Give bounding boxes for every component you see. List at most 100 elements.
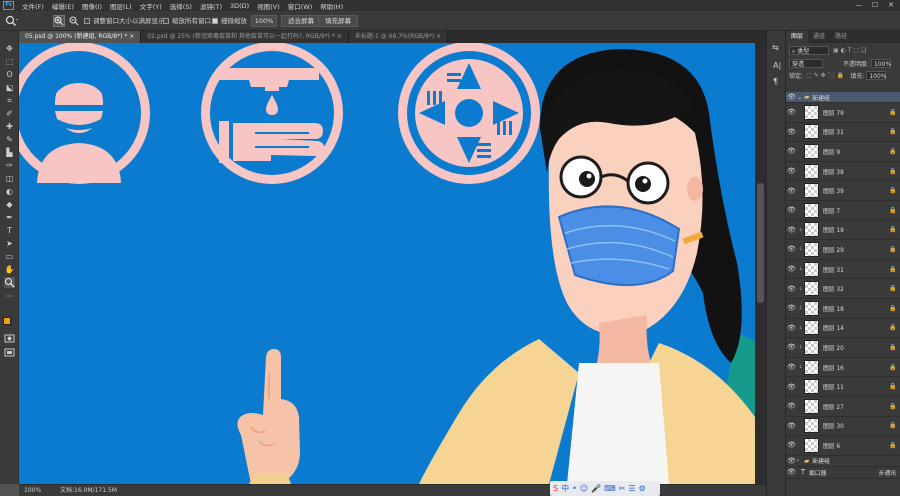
more-tools-icon[interactable]: ··· (4, 291, 15, 302)
history-panel-icon[interactable]: ⇆ (772, 43, 779, 52)
visibility-eye-icon[interactable]: 👁 (786, 324, 797, 332)
menu-icon[interactable]: ☰ (628, 482, 635, 496)
visibility-eye-icon[interactable]: 👁 (786, 167, 797, 175)
lock-icon[interactable]: 🔒 (886, 226, 900, 233)
lasso-tool-icon[interactable]: ʘ (4, 69, 15, 80)
layer-row[interactable]: 👁 图层 31 🔒 (786, 123, 900, 143)
lock-icon[interactable]: 🔒 (886, 246, 900, 253)
menu-edit[interactable]: 编辑(E) (48, 1, 78, 11)
healing-brush-tool-icon[interactable]: ✎ (4, 134, 15, 145)
lock-icon[interactable]: 🔒 (886, 168, 900, 175)
maximize-button[interactable]: ☐ (868, 0, 882, 11)
visibility-eye-icon[interactable]: 👁 (786, 206, 797, 214)
visibility-eye-icon[interactable]: 👁 (786, 265, 797, 273)
lock-icon[interactable]: 🔒 (886, 128, 900, 135)
layer-group-row[interactable]: 👁 ⌄ ▰ 新建组 (786, 92, 900, 103)
rectangle-tool-icon[interactable]: ▭ (4, 251, 15, 262)
tab-channels[interactable]: 通道 (808, 31, 830, 43)
zoom-all-windows-checkbox[interactable]: 缩放所有窗口 (163, 15, 211, 27)
layer-row[interactable]: 👁 图层 27 🔒 (786, 397, 900, 417)
layer-row[interactable]: 👁 T 截口器 步通讯 (786, 467, 900, 479)
layer-row[interactable]: 👁 图层 39 🔒 (786, 181, 900, 201)
layer-row[interactable]: 👁 图层 38 🔒 (786, 162, 900, 182)
lock-icon[interactable]: 🔒 (886, 305, 900, 312)
hand-tool-icon[interactable]: ✋ (4, 264, 15, 275)
menu-type[interactable]: 文字(Y) (136, 1, 166, 11)
filter-icons[interactable]: ▣ ◐ T ⬚ ❏ (833, 47, 866, 54)
tab-05-psd[interactable]: 05.psd @ 100% (新建组, RGB/8*) * × (19, 31, 142, 43)
eraser-tool-icon[interactable]: ◐ (4, 186, 15, 197)
menu-layer[interactable]: 图层(L) (106, 1, 136, 11)
tool-preset-picker[interactable] (5, 15, 25, 27)
sogou-icon[interactable]: S (553, 482, 558, 496)
canvas-vertical-scrollbar[interactable] (755, 43, 766, 484)
settings-icon[interactable]: ⚙ (639, 482, 646, 496)
menu-3d[interactable]: 3D(D) (226, 2, 253, 10)
screen-mode-icon[interactable] (4, 347, 15, 358)
menu-file[interactable]: 文件(F) (18, 1, 48, 11)
minimize-button[interactable]: — (852, 0, 866, 11)
screenshot-icon[interactable]: ✂ (619, 482, 626, 496)
chevron-down-icon[interactable]: ⌄ (797, 94, 804, 101)
lock-icon[interactable]: 🔒 (886, 266, 900, 273)
zoom-out-icon[interactable] (68, 15, 80, 27)
visibility-eye-icon[interactable]: 👁 (786, 441, 797, 449)
type-tool-icon[interactable]: T (4, 225, 15, 236)
visibility-eye-icon[interactable]: 👁 (786, 457, 797, 465)
layer-row[interactable]: 👁 ↓ 图层 32 🔒 (786, 279, 900, 299)
chevron-right-icon[interactable]: › (797, 457, 804, 464)
layer-row[interactable]: 👁 图层 6 🔒 (786, 436, 900, 456)
scrubby-zoom-checkbox[interactable]: 细微缩放 (212, 15, 247, 27)
layer-row[interactable]: 👁 ↓ 图层 19 🔒 (786, 221, 900, 241)
frame-tool-icon[interactable]: ✐ (4, 108, 15, 119)
zoom-tool-icon[interactable] (4, 277, 15, 288)
quick-select-tool-icon[interactable]: ⬕ (4, 82, 15, 93)
visibility-eye-icon[interactable]: 👁 (786, 147, 797, 155)
layer-row[interactable]: 👁 图层 9 🔒 (786, 142, 900, 162)
lock-icon[interactable]: 🔒 (886, 403, 900, 410)
lock-icon[interactable]: 🔒 (886, 109, 900, 116)
scrollbar-thumb[interactable] (757, 183, 764, 303)
layer-row[interactable]: 👁 图层 11 🔒 (786, 377, 900, 397)
lock-icon[interactable]: 🔒 (886, 383, 900, 390)
visibility-eye-icon[interactable]: 👁 (786, 343, 797, 351)
layer-filter-select[interactable]: ⌕ 类型 (789, 45, 829, 55)
menu-help[interactable]: 帮助(H) (316, 1, 347, 11)
chinese-mode-icon[interactable]: 中 (561, 482, 569, 496)
layer-row[interactable]: 👁 ↓ 图层 20 🔒 (786, 338, 900, 358)
visibility-eye-icon[interactable]: 👁 (786, 226, 797, 234)
blend-mode-select[interactable]: 穿透 (789, 58, 823, 68)
tab-paths[interactable]: 路径 (830, 31, 852, 43)
layer-row[interactable]: 👁 图层 7 🔒 (786, 201, 900, 221)
close-window-button[interactable]: ✕ (884, 0, 898, 11)
menu-window[interactable]: 窗口(W) (284, 1, 317, 11)
move-tool-icon[interactable]: ✥ (4, 43, 15, 54)
emoji-icon[interactable]: ☺ (580, 482, 588, 496)
visibility-eye-icon[interactable]: 👁 (786, 187, 797, 195)
zoom-in-icon[interactable] (53, 15, 65, 27)
keyboard-icon[interactable]: ⌨ (604, 482, 616, 496)
clone-stamp-tool-icon[interactable]: ✑ (4, 160, 15, 171)
path-selection-tool-icon[interactable]: ➤ (4, 238, 15, 249)
punctuation-icon[interactable]: • (572, 482, 577, 496)
history-brush-tool-icon[interactable]: ◫ (4, 173, 15, 184)
visibility-eye-icon[interactable]: 👁 (786, 285, 797, 293)
lock-icon[interactable]: 🔒 (886, 422, 900, 429)
menu-select[interactable]: 选择(S) (166, 1, 196, 11)
layer-row[interactable]: 👁 ↓ 图层 31 🔒 (786, 260, 900, 280)
visibility-eye-icon[interactable]: 👁 (786, 383, 797, 391)
crop-tool-icon[interactable]: ⌗ (4, 95, 15, 106)
lock-icons[interactable]: ⬚ ✎ ✥ ⬛ 🔒 (806, 72, 844, 79)
zoom-percent-field[interactable]: 100% (251, 15, 277, 27)
marquee-tool-icon[interactable]: ⬚ (4, 56, 15, 67)
close-tab-icon[interactable]: × (436, 33, 441, 40)
lock-icon[interactable]: 🔒 (886, 148, 900, 155)
brush-tool-icon[interactable]: ▙ (4, 147, 15, 158)
fit-screen-button[interactable]: 适合屏幕 (281, 15, 321, 27)
gradient-tool-icon[interactable]: ◆ (4, 199, 15, 210)
opacity-field[interactable]: 100% (871, 58, 891, 68)
layer-row[interactable]: 👁 图层 79 🔒 (786, 103, 900, 123)
visibility-eye-icon[interactable]: 👁 (786, 128, 797, 136)
layer-row[interactable]: 👁 ↓ 图层 29 🔒 (786, 240, 900, 260)
tab-untitled-1[interactable]: 未标题-1 @ 66.7%(RGB/8*) × (348, 31, 449, 43)
